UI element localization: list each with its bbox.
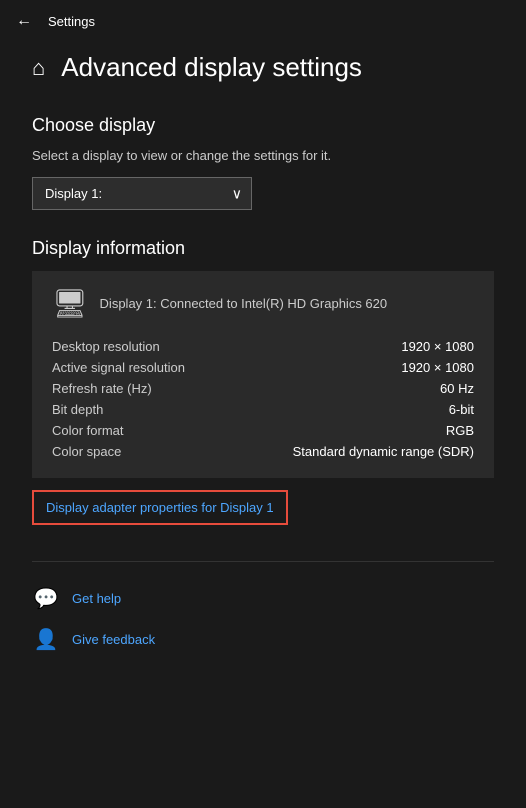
display-info-header: Display information [32, 238, 494, 259]
table-row: Color format RGB [52, 420, 474, 441]
table-row: Bit depth 6-bit [52, 399, 474, 420]
adapter-link-section: Display adapter properties for Display 1 [32, 482, 494, 533]
home-icon[interactable]: ⌂ [32, 55, 45, 81]
table-row: Active signal resolution 1920 × 1080 [52, 357, 474, 378]
info-table: Desktop resolution 1920 × 1080 Active si… [52, 336, 474, 462]
table-row: Color space Standard dynamic range (SDR) [52, 441, 474, 462]
row-value-1: 1920 × 1080 [401, 360, 474, 375]
choose-display-section: Choose display Select a display to view … [32, 115, 494, 210]
display-card-header: 🖥 Display 1: Connected to Intel(R) HD Gr… [52, 287, 474, 320]
monitor-icon: 🖥 [52, 287, 88, 320]
get-help-link[interactable]: 💬 Get help [32, 578, 494, 619]
page-title: Advanced display settings [61, 52, 362, 83]
display-card-title: Display 1: Connected to Intel(R) HD Grap… [100, 296, 388, 311]
adapter-link[interactable]: Display adapter properties for Display 1 [32, 490, 288, 525]
row-value-2: 60 Hz [440, 381, 474, 396]
give-feedback-icon: 👤 [32, 627, 60, 652]
row-label-3: Bit depth [52, 402, 222, 417]
bottom-links: 💬 Get help 👤 Give feedback [32, 561, 494, 660]
row-label-2: Refresh rate (Hz) [52, 381, 222, 396]
display-dropdown[interactable]: Display 1: [32, 177, 252, 210]
get-help-label: Get help [72, 591, 121, 606]
back-button[interactable]: ← [16, 12, 32, 30]
choose-display-header: Choose display [32, 115, 494, 136]
row-label-4: Color format [52, 423, 222, 438]
title-bar: ← Settings [0, 0, 526, 42]
display-info-section: Display information 🖥 Display 1: Connect… [32, 238, 494, 533]
table-row: Desktop resolution 1920 × 1080 [52, 336, 474, 357]
row-value-5: Standard dynamic range (SDR) [293, 444, 474, 459]
row-label-0: Desktop resolution [52, 339, 222, 354]
title-bar-text: Settings [48, 14, 95, 29]
display-card: 🖥 Display 1: Connected to Intel(R) HD Gr… [32, 271, 494, 478]
row-value-3: 6-bit [449, 402, 474, 417]
choose-display-description: Select a display to view or change the s… [32, 148, 494, 163]
get-help-icon: 💬 [32, 586, 60, 611]
row-value-4: RGB [446, 423, 474, 438]
row-value-0: 1920 × 1080 [401, 339, 474, 354]
page-header: ⌂ Advanced display settings [32, 52, 494, 83]
row-label-5: Color space [52, 444, 222, 459]
table-row: Refresh rate (Hz) 60 Hz [52, 378, 474, 399]
main-content: ⌂ Advanced display settings Choose displ… [0, 42, 526, 680]
row-label-1: Active signal resolution [52, 360, 222, 375]
display-dropdown-container: Display 1: ∨ [32, 177, 252, 210]
give-feedback-label: Give feedback [72, 632, 155, 647]
give-feedback-link[interactable]: 👤 Give feedback [32, 619, 494, 660]
